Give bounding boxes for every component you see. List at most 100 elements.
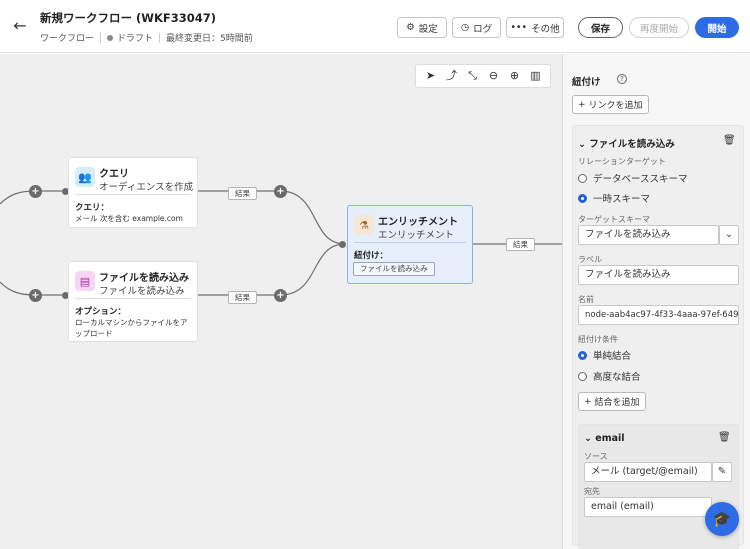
- last-modified: 最終変更日：5時間前: [166, 34, 253, 44]
- radio-simple-join[interactable]: 単純結合: [578, 348, 631, 362]
- settings-button[interactable]: ⚙ 設定: [397, 17, 447, 38]
- link-card: ⌄ ファイルを読み込み 🗑 リレーションターゲット データベーススキーマ 一時ス…: [572, 125, 744, 549]
- audience-icon: 👥: [75, 167, 95, 187]
- destination-label: 宛先: [584, 487, 600, 496]
- chevron-down-icon[interactable]: ⌄: [719, 225, 739, 245]
- transition-result-label: 結果: [506, 238, 535, 251]
- join-card-title-text: email: [595, 433, 625, 444]
- card-title[interactable]: ⌄ ファイルを読み込み: [578, 136, 675, 150]
- plus-icon: +: [584, 396, 592, 407]
- load-file-node[interactable]: ▤ ファイルを読み込み ファイルを読み込み オプション： ローカルマシンからファ…: [68, 261, 198, 342]
- start-button[interactable]: 開始: [695, 17, 739, 38]
- target-schema-select[interactable]: ファイルを読み込み: [578, 225, 719, 245]
- target-schema-label: ターゲットスキーマ: [578, 215, 650, 224]
- divider: [75, 194, 191, 195]
- log-button[interactable]: ◷ ログ: [452, 17, 501, 38]
- node-title: クエリ: [99, 169, 129, 180]
- plus-icon: +: [578, 99, 586, 110]
- trash-icon[interactable]: 🗑: [723, 135, 736, 146]
- divider: [354, 242, 466, 243]
- enrichment-node[interactable]: ⚗ エンリッチメント エンリッチメント 紐付け： ファイルを読み込み: [347, 205, 473, 284]
- edit-expression-icon[interactable]: ✎: [712, 462, 732, 482]
- transition-result-label: 結果: [228, 187, 257, 200]
- add-link-button[interactable]: + リンクを追加: [572, 95, 649, 114]
- radio-database-schema[interactable]: データベーススキーマ: [578, 171, 688, 185]
- node-detail-text: ップロード: [75, 329, 113, 338]
- node-subtitle: オーディエンスを作成: [99, 182, 194, 193]
- status-dot-icon: [107, 35, 114, 41]
- node-subtitle: ファイルを読み込み: [99, 286, 185, 297]
- label-field[interactable]: ファイルを読み込み: [578, 265, 739, 285]
- help-icon[interactable]: ?: [617, 74, 627, 84]
- radio-label: 高度な結合: [593, 372, 641, 383]
- add-link-label: リンクを追加: [588, 101, 643, 111]
- node-title: ファイルを読み込み: [99, 273, 189, 284]
- restart-button[interactable]: 再度開始: [629, 17, 689, 38]
- node-detail-label: オプション：: [75, 307, 127, 317]
- add-activity-button[interactable]: +: [274, 289, 287, 302]
- zoom-out-icon[interactable]: ⊖: [485, 67, 503, 85]
- breadcrumb[interactable]: ワークフロー: [40, 31, 94, 44]
- destination-field[interactable]: email (email): [584, 497, 712, 517]
- radio-icon: [578, 371, 587, 381]
- learn-graduation-cap-icon[interactable]: 🎓: [705, 502, 739, 536]
- flask-icon: ⚗: [354, 215, 374, 235]
- radio-icon: [578, 173, 587, 183]
- workflow-title: 新規ワークフロー (WKF33047): [40, 11, 216, 25]
- node-subtitle: エンリッチメント: [378, 230, 455, 241]
- add-activity-button[interactable]: +: [29, 185, 42, 198]
- radio-temp-schema[interactable]: 一時スキーマ: [578, 191, 650, 205]
- radio-label: データベーススキーマ: [593, 174, 688, 185]
- radio-label: 単純結合: [593, 351, 632, 362]
- join-card-title[interactable]: ⌄ email: [584, 433, 625, 444]
- status-text: ドラフト: [117, 34, 154, 44]
- zoom-in-icon[interactable]: ⊕: [506, 67, 524, 85]
- query-node[interactable]: 👥 クエリ オーディエンスを作成 クエリ： メール 次を含む example.c…: [68, 157, 198, 228]
- label-label: ラベル: [578, 255, 602, 264]
- add-join-button[interactable]: + 結合を追加: [578, 392, 646, 411]
- add-activity-button[interactable]: +: [274, 185, 287, 198]
- save-button[interactable]: 保存: [578, 17, 623, 38]
- pointer-icon[interactable]: ➤: [422, 67, 440, 85]
- card-title-text: ファイルを読み込み: [589, 139, 675, 150]
- input-port: [339, 241, 346, 248]
- radio-label: 一時スキーマ: [593, 194, 651, 205]
- relation-target-label: リレーションターゲット: [578, 157, 666, 166]
- canvas-toolbar: ➤ ⤴ ⤡ ⊖ ⊕ ▥: [415, 64, 551, 88]
- radio-advanced-join[interactable]: 高度な結合: [578, 369, 641, 383]
- divider: [75, 298, 191, 299]
- node-detail-text: メール 次を含む example.com: [75, 214, 183, 223]
- name-field[interactable]: node-aab4ac97-4f33-4aaa-97ef-64929...: [578, 305, 739, 325]
- log-label: ログ: [473, 23, 493, 35]
- reconciliation-tag: ファイルを読み込み: [353, 262, 435, 276]
- settings-label: 設定: [418, 23, 438, 35]
- radio-selected-icon: [578, 193, 587, 203]
- add-activity-button[interactable]: +: [29, 289, 42, 302]
- file-icon: ▤: [75, 271, 95, 291]
- back-arrow-icon[interactable]: ←: [10, 17, 30, 37]
- divider: [100, 32, 102, 43]
- collapse-icon[interactable]: ⤡: [464, 67, 482, 85]
- panel-title: 紐付け: [572, 77, 601, 88]
- trash-icon[interactable]: 🗑: [718, 432, 731, 443]
- more-icon: •••: [510, 22, 528, 33]
- map-icon[interactable]: ▥: [527, 67, 545, 85]
- more-label: その他: [531, 23, 560, 35]
- properties-panel: 紐付け ? + リンクを追加 ⌄ ファイルを読み込み 🗑 リレーションターゲット …: [562, 54, 750, 549]
- radio-selected-icon: [578, 350, 587, 360]
- source-field[interactable]: メール (target/@email): [584, 462, 712, 482]
- chevron-down-icon: ⌄: [584, 433, 592, 444]
- divider: [159, 32, 161, 43]
- node-detail-label: 紐付け：: [354, 251, 389, 261]
- add-join-label: 結合を追加: [594, 398, 640, 408]
- app-header: ← 新規ワークフロー (WKF33047) ワークフロー ドラフト 最終変更日：…: [0, 0, 750, 53]
- more-button[interactable]: ••• その他: [506, 17, 564, 38]
- workflow-canvas[interactable]: + + + + 結果 結果 結果 ➤ ⤴ ⤡ ⊖ ⊕ ▥ 👥 クエリ オーディエ…: [0, 54, 562, 549]
- workflow-meta: ワークフロー ドラフト 最終変更日：5時間前: [40, 31, 253, 44]
- history-icon: ◷: [460, 22, 470, 33]
- path-icon[interactable]: ⤴: [443, 67, 461, 85]
- gear-icon: ⚙: [406, 22, 415, 33]
- chevron-down-icon: ⌄: [578, 139, 586, 150]
- node-detail-label: クエリ：: [75, 203, 110, 213]
- source-label: ソース: [584, 452, 608, 461]
